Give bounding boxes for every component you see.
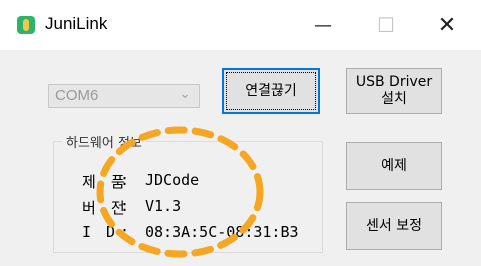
version-separator: : bbox=[120, 197, 130, 215]
com-port-value: COM6 bbox=[55, 87, 99, 104]
main-panel: COM6 ⌄ 연결끊기 USB Driver 설치 예제 센서 보정 하드웨어 … bbox=[0, 50, 481, 266]
maximize-button[interactable]: ☐ bbox=[366, 10, 406, 40]
sensor-calibration-button-label: 센서 보정 bbox=[366, 217, 422, 234]
close-button[interactable]: ✕ bbox=[427, 10, 467, 40]
disconnect-button[interactable]: 연결끊기 bbox=[222, 68, 320, 114]
focus-rect bbox=[226, 72, 316, 110]
sensor-calibration-button[interactable]: 센서 보정 bbox=[346, 202, 442, 250]
title-bar: JuniLink — ☐ ✕ bbox=[0, 0, 481, 50]
com-port-select[interactable]: COM6 ⌄ bbox=[48, 84, 200, 108]
version-value: V1.3 bbox=[145, 197, 182, 215]
example-button-label: 예제 bbox=[381, 157, 407, 174]
window-title: JuniLink bbox=[45, 14, 108, 33]
id-label: I D bbox=[82, 223, 119, 241]
id-value: 08:3A:5C-08:31:B3 bbox=[145, 223, 299, 241]
minimize-button[interactable]: — bbox=[303, 10, 343, 40]
usb-driver-button-label: USB Driver 설치 bbox=[355, 74, 433, 107]
hardware-info-title: 하드웨어 정보 bbox=[62, 132, 146, 151]
product-value: JDCode bbox=[145, 171, 200, 189]
app-logo-icon bbox=[17, 16, 35, 34]
id-separator: : bbox=[120, 223, 130, 241]
chevron-down-icon: ⌄ bbox=[179, 86, 191, 102]
usb-driver-install-button[interactable]: USB Driver 설치 bbox=[346, 68, 442, 114]
example-button[interactable]: 예제 bbox=[346, 142, 442, 190]
product-separator: : bbox=[120, 171, 130, 189]
